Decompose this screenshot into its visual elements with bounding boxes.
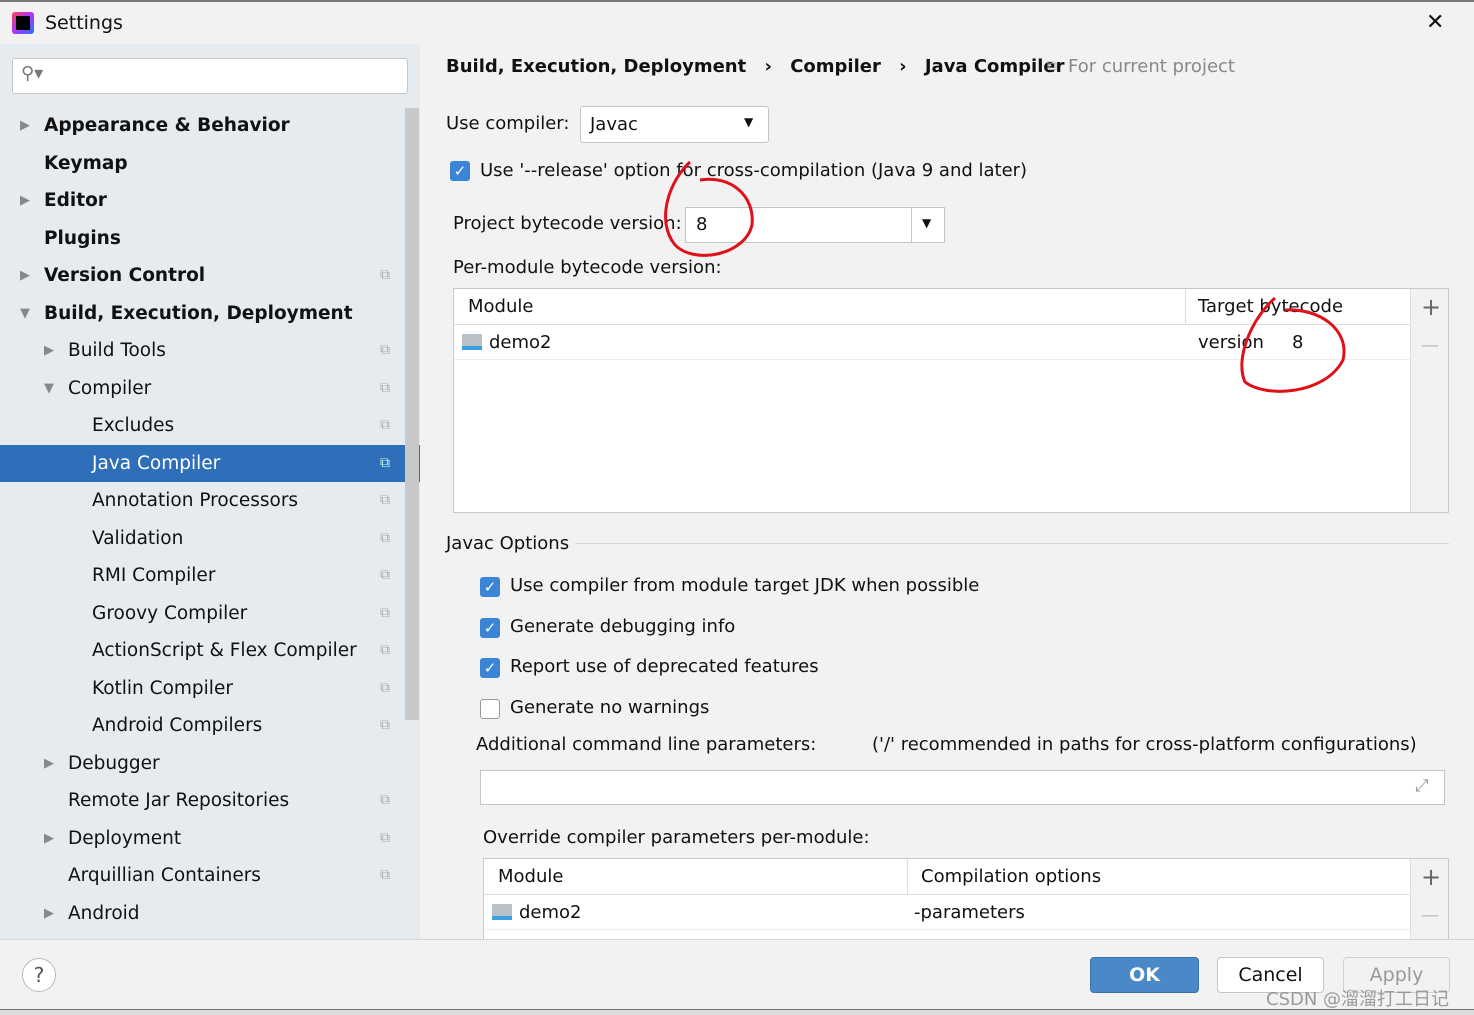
red-annotation-circles bbox=[664, 160, 1346, 393]
annotation-circle-target bbox=[1240, 296, 1346, 393]
annotation-circle-bytecode bbox=[664, 160, 754, 257]
